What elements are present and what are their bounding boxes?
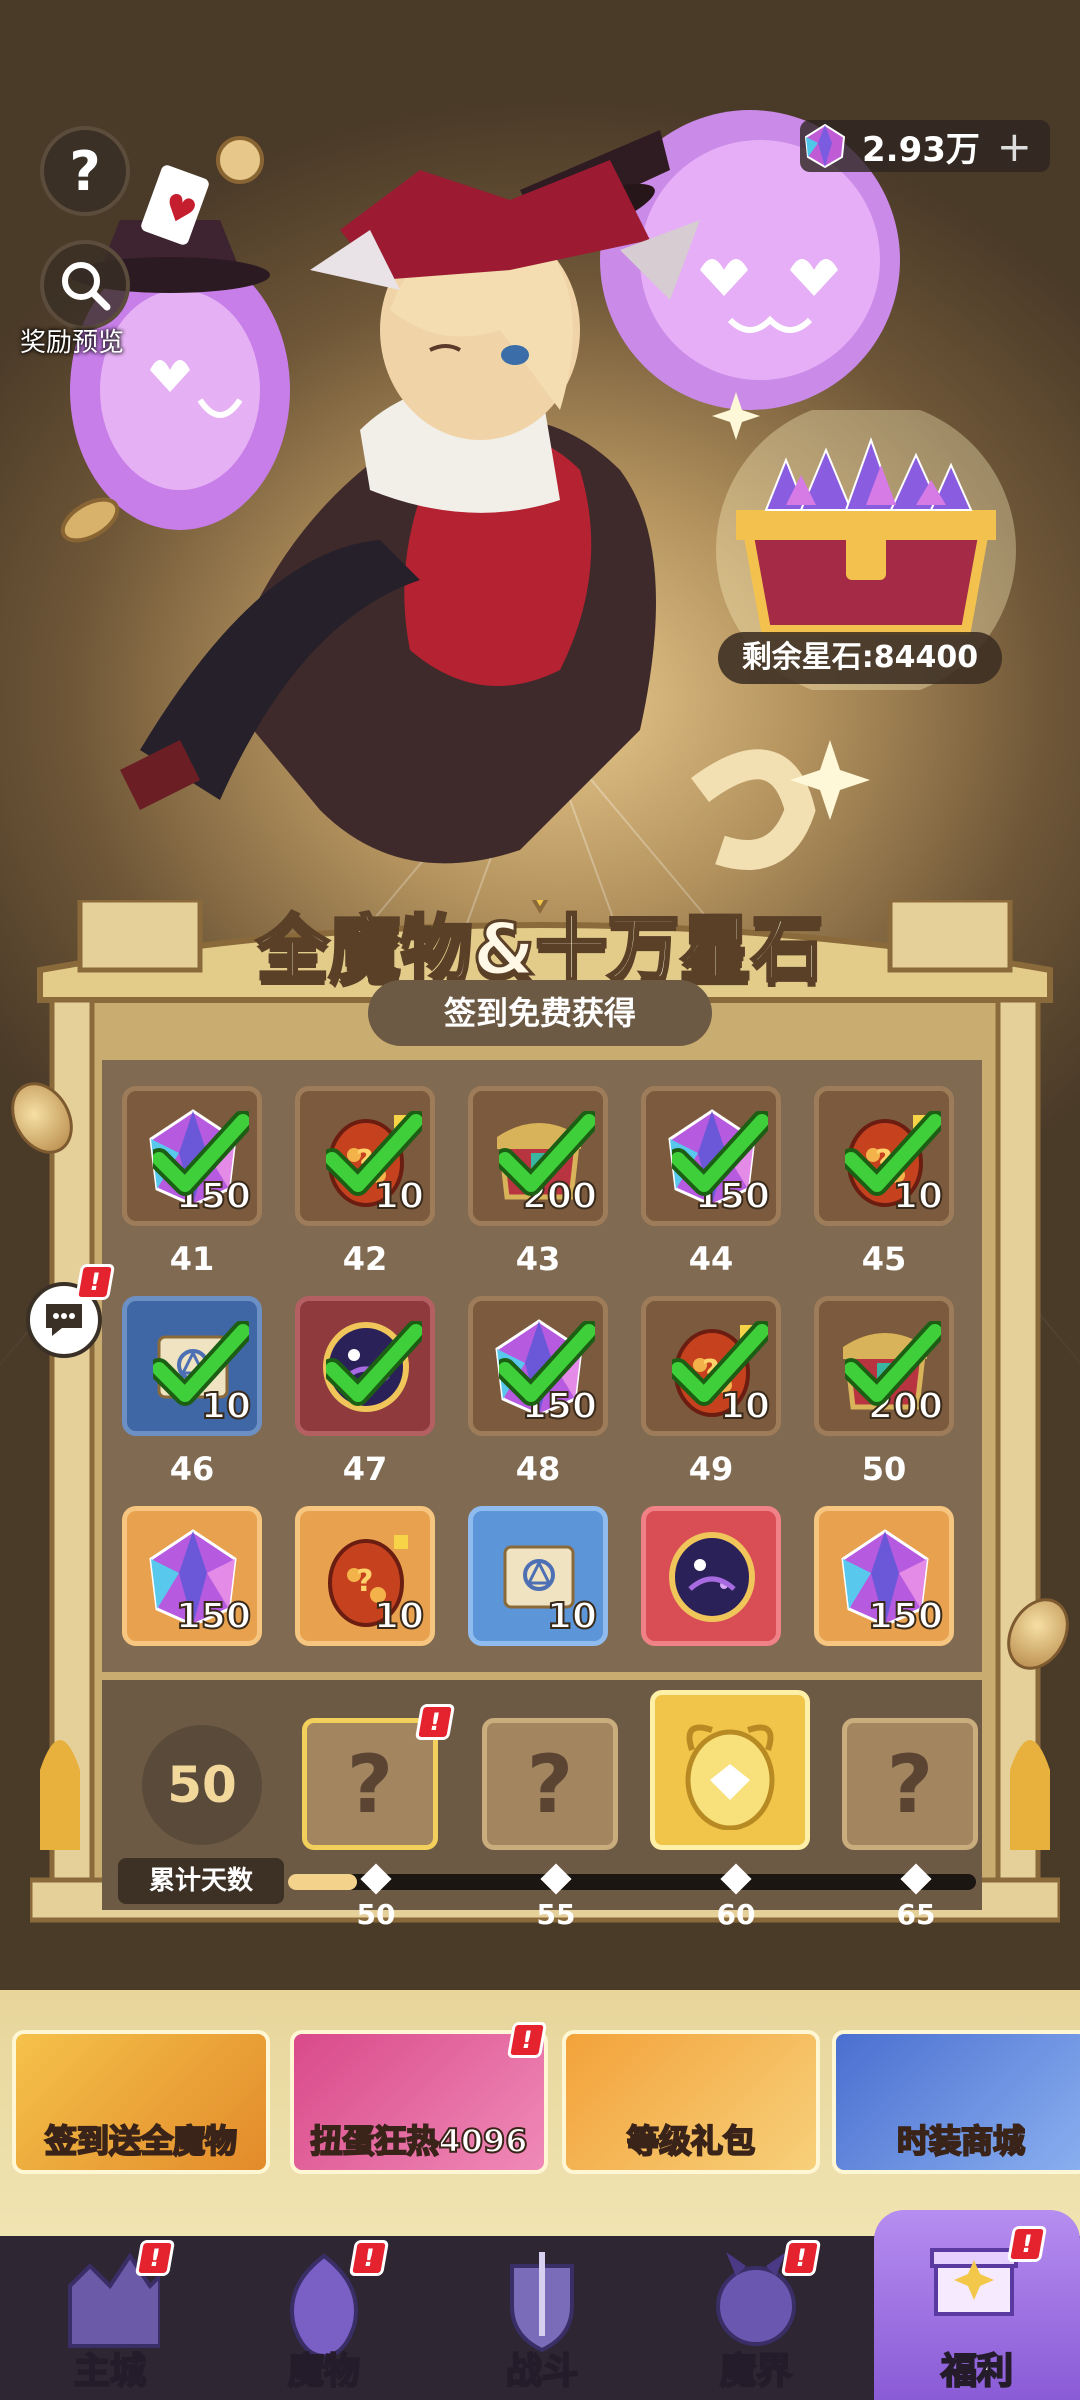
- nav-item-1[interactable]: 主城: [10, 2236, 210, 2400]
- reward-cell-47[interactable]: [295, 1296, 435, 1436]
- notification-badge: !: [134, 2240, 176, 2276]
- milestone-label: 60: [716, 1898, 756, 1931]
- reward-cell-42[interactable]: ? 10: [295, 1086, 435, 1226]
- cumulative-days-label: 累计天数: [118, 1858, 284, 1904]
- gift-chest-icon: [930, 2248, 1018, 2316]
- claimed-check-icon: [153, 1111, 249, 1196]
- reward-cell-slot-11[interactable]: 150: [122, 1506, 262, 1646]
- reward-cell-46[interactable]: 10: [122, 1296, 262, 1436]
- mystery-icon: ?: [886, 1737, 934, 1831]
- reward-cell-slot-15[interactable]: 150: [814, 1506, 954, 1646]
- event-banner-label: 等级礼包: [626, 2121, 756, 2161]
- event-banner-label: 时装商城: [896, 2121, 1026, 2161]
- milestone-reward-60[interactable]: [650, 1690, 810, 1850]
- currency-value: 2.93万: [862, 129, 980, 170]
- golden-egg-icon: [685, 1724, 775, 1830]
- notification-badge: !: [348, 2240, 390, 2276]
- reward-cell-slot-14[interactable]: [641, 1506, 781, 1646]
- reward-cell-slot-12[interactable]: ? 10: [295, 1506, 435, 1646]
- milestone-reward-65[interactable]: ?: [842, 1718, 978, 1850]
- reward-cell-48[interactable]: 150: [468, 1296, 608, 1436]
- reward-cell-49[interactable]: ? 10: [641, 1296, 781, 1436]
- star-stone-currency: 2.93万 +: [800, 120, 1050, 172]
- svg-text:?: ?: [356, 1564, 373, 1599]
- nav-item-label: 福利: [940, 2350, 1014, 2393]
- notification-badge: !: [1006, 2226, 1048, 2262]
- event-banner-3[interactable]: 等级礼包: [562, 2030, 820, 2174]
- claimed-check-icon: [153, 1321, 249, 1406]
- reward-day-label: 49: [688, 1450, 734, 1488]
- reward-day-label: 48: [515, 1450, 561, 1488]
- milestone-label: 50: [356, 1898, 396, 1931]
- claimed-check-icon: [326, 1111, 422, 1196]
- nav-item-label: 主城: [73, 2350, 147, 2393]
- milestone-label: 65: [896, 1898, 936, 1931]
- cumulative-days-count: 50: [142, 1725, 262, 1845]
- event-banner-label: 签到送全魔物: [44, 2121, 238, 2161]
- mystery-icon: ?: [526, 1737, 574, 1831]
- event-subtitle: 签到免费获得: [368, 980, 712, 1046]
- reward-quantity: 150: [867, 1595, 944, 1638]
- magnifier-icon: [62, 262, 111, 311]
- reward-day-label: 47: [342, 1450, 388, 1488]
- star-gem-icon: [804, 123, 846, 169]
- cumulative-progress-bar: [288, 1874, 976, 1890]
- event-banner-4[interactable]: 时装商城: [832, 2030, 1080, 2174]
- milestone-reward-55[interactable]: ?: [482, 1718, 618, 1850]
- nav-item-label: 魔物: [287, 2350, 361, 2393]
- nav-item-5[interactable]: 福利: [874, 2210, 1080, 2400]
- nav-item-2[interactable]: 魔物: [224, 2236, 424, 2400]
- claimed-check-icon: [326, 1321, 422, 1406]
- reward-quantity: 10: [546, 1595, 598, 1638]
- reward-day-label: 43: [515, 1240, 561, 1278]
- remaining-star-stones: 剩余星石:84400: [718, 632, 1002, 684]
- reward-cell-50[interactable]: 200: [814, 1296, 954, 1436]
- nav-item-3[interactable]: 战斗: [442, 2236, 642, 2400]
- reward-cell-41[interactable]: 150: [122, 1086, 262, 1226]
- notification-badge: !: [74, 1264, 116, 1300]
- claimed-check-icon: [845, 1111, 941, 1196]
- reward-quantity: 150: [175, 1595, 252, 1638]
- reward-cell-44[interactable]: 150: [641, 1086, 781, 1226]
- nav-item-label: 战斗: [505, 2350, 579, 2393]
- chat-icon: [46, 1304, 82, 1336]
- reward-day-label: 44: [688, 1240, 734, 1278]
- help-button[interactable]: ?: [40, 126, 130, 216]
- cosmic-orb-icon: [669, 1532, 755, 1622]
- sword-shield-icon: [510, 2252, 574, 2353]
- add-currency-button[interactable]: +: [997, 122, 1032, 171]
- reward-day-label: 42: [342, 1240, 388, 1278]
- mystery-icon: ?: [346, 1737, 394, 1831]
- claimed-check-icon: [499, 1111, 595, 1196]
- milestone-label: 55: [536, 1898, 576, 1931]
- reward-preview-label: 奖励预览: [20, 328, 125, 358]
- notification-badge: !: [780, 2240, 822, 2276]
- notification-badge: !: [414, 1704, 456, 1740]
- reward-day-label: 50: [861, 1450, 907, 1488]
- reward-day-label: 45: [861, 1240, 907, 1278]
- notification-badge: !: [506, 2022, 548, 2058]
- claimed-check-icon: [672, 1321, 768, 1406]
- event-banner-1[interactable]: 签到送全魔物: [12, 2030, 270, 2174]
- claimed-check-icon: [845, 1321, 941, 1406]
- reward-quantity: 10: [373, 1595, 425, 1638]
- progress-fill: [288, 1874, 357, 1890]
- claimed-check-icon: [672, 1111, 768, 1196]
- reward-day-label: 46: [169, 1450, 215, 1488]
- reward-day-label: 41: [169, 1240, 215, 1278]
- reward-cell-slot-13[interactable]: 10: [468, 1506, 608, 1646]
- claimed-check-icon: [499, 1321, 595, 1406]
- nav-item-label: 魔界: [719, 2350, 793, 2393]
- reward-cell-43[interactable]: 200: [468, 1086, 608, 1226]
- event-banner-label: 扭蛋狂热4096: [309, 2121, 528, 2161]
- reward-preview-button[interactable]: [40, 240, 130, 330]
- reward-cell-45[interactable]: ? 10: [814, 1086, 954, 1226]
- nav-item-4[interactable]: 魔界: [656, 2236, 856, 2400]
- question-icon: ?: [69, 139, 101, 203]
